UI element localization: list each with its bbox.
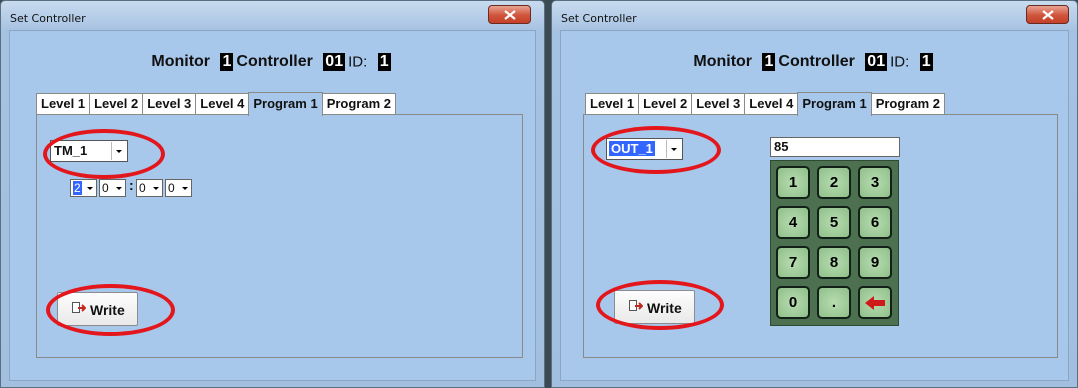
id-number: 1 bbox=[377, 53, 391, 71]
title-bar[interactable]: Set Controller bbox=[552, 1, 1077, 27]
chevron-down-icon[interactable] bbox=[151, 181, 161, 195]
client-area: Monitor 1 Controller 01 ID: 1 Level 1 Level… bbox=[560, 30, 1069, 381]
controller-label: Controller bbox=[236, 53, 313, 70]
hour-units-select[interactable]: 0 bbox=[99, 179, 126, 197]
chevron-down-icon[interactable] bbox=[114, 181, 124, 195]
key-decimal[interactable]: . bbox=[817, 286, 851, 319]
program-panel: OUT_1 85 1 2 3 4 5 6 7 8 9 0 . Write bbox=[583, 114, 1058, 358]
tab-program-1[interactable]: Program 1 bbox=[248, 92, 323, 116]
chevron-down-icon[interactable] bbox=[85, 181, 95, 195]
key-0[interactable]: 0 bbox=[776, 286, 810, 319]
monitor-label: Monitor bbox=[693, 53, 753, 70]
key-6[interactable]: 6 bbox=[858, 206, 892, 239]
tab-program-2[interactable]: Program 2 bbox=[321, 93, 396, 115]
value-display[interactable]: 85 bbox=[770, 137, 900, 157]
key-8[interactable]: 8 bbox=[817, 246, 851, 279]
key-9[interactable]: 9 bbox=[858, 246, 892, 279]
hour-tens-select[interactable]: 2 bbox=[70, 179, 97, 197]
window-title: Set Controller bbox=[561, 12, 637, 25]
time-separator: : bbox=[129, 177, 134, 193]
close-icon bbox=[1042, 10, 1054, 20]
program-panel: TM_1 2 0 : 0 0 Write bbox=[36, 114, 523, 358]
monitor-number: 1 bbox=[762, 53, 776, 71]
chevron-down-icon[interactable] bbox=[180, 181, 190, 195]
monitor-number: 1 bbox=[220, 53, 234, 71]
tab-program-1[interactable]: Program 1 bbox=[797, 92, 872, 116]
set-controller-window-left: Set Controller Monitor 1 Controller 01 ID:… bbox=[0, 0, 545, 388]
backspace-key[interactable] bbox=[858, 286, 892, 319]
tab-level-1[interactable]: Level 1 bbox=[585, 93, 640, 115]
minute-units-select[interactable]: 0 bbox=[165, 179, 192, 197]
controller-number: 01 bbox=[865, 53, 888, 71]
left-arrow-icon bbox=[865, 296, 885, 310]
minute-tens-value: 0 bbox=[139, 181, 146, 195]
tab-level-1[interactable]: Level 1 bbox=[36, 93, 91, 115]
highlight-ring-select bbox=[591, 126, 721, 174]
id-number: 1 bbox=[919, 53, 933, 71]
header-line: Monitor 1 Controller 01 ID: 1 bbox=[561, 53, 1068, 71]
highlight-ring-select bbox=[43, 129, 165, 179]
hour-units-value: 0 bbox=[102, 181, 109, 195]
tab-strip: Level 1 Level 2 Level 3 Level 4 Program 1 Pro… bbox=[585, 91, 945, 116]
key-4[interactable]: 4 bbox=[776, 206, 810, 239]
tab-program-2[interactable]: Program 2 bbox=[870, 93, 945, 115]
key-7[interactable]: 7 bbox=[776, 246, 810, 279]
highlight-ring-write bbox=[596, 280, 724, 330]
window-title: Set Controller bbox=[10, 12, 86, 25]
id-label: ID: bbox=[348, 53, 368, 71]
monitor-label: Monitor bbox=[151, 53, 211, 70]
tab-level-3[interactable]: Level 3 bbox=[691, 93, 746, 115]
close-icon bbox=[504, 10, 516, 20]
controller-label: Controller bbox=[778, 53, 855, 70]
key-5[interactable]: 5 bbox=[817, 206, 851, 239]
highlight-ring-write bbox=[46, 284, 175, 336]
id-label: ID: bbox=[890, 53, 910, 71]
key-2[interactable]: 2 bbox=[817, 166, 851, 199]
close-button[interactable] bbox=[1026, 5, 1069, 24]
tab-level-4[interactable]: Level 4 bbox=[744, 93, 799, 115]
minute-tens-select[interactable]: 0 bbox=[136, 179, 163, 197]
client-area: Monitor 1 Controller 01 ID: 1 Level 1 Level… bbox=[9, 30, 536, 381]
set-controller-window-right: Set Controller Monitor 1 Controller 01 ID:… bbox=[551, 0, 1078, 388]
title-bar[interactable]: Set Controller bbox=[1, 1, 544, 27]
minute-units-value: 0 bbox=[168, 181, 175, 195]
tab-level-2[interactable]: Level 2 bbox=[89, 93, 144, 115]
tab-level-2[interactable]: Level 2 bbox=[638, 93, 693, 115]
hour-tens-value: 2 bbox=[73, 181, 82, 195]
controller-number: 01 bbox=[323, 53, 346, 71]
key-3[interactable]: 3 bbox=[858, 166, 892, 199]
header-line: Monitor 1 Controller 01 ID: 1 bbox=[10, 53, 535, 71]
tab-level-3[interactable]: Level 3 bbox=[142, 93, 197, 115]
tab-strip: Level 1 Level 2 Level 3 Level 4 Program 1 Pro… bbox=[36, 91, 396, 116]
close-button[interactable] bbox=[488, 5, 531, 24]
tab-level-4[interactable]: Level 4 bbox=[195, 93, 250, 115]
key-1[interactable]: 1 bbox=[776, 166, 810, 199]
numeric-keypad: 1 2 3 4 5 6 7 8 9 0 . bbox=[770, 160, 899, 326]
